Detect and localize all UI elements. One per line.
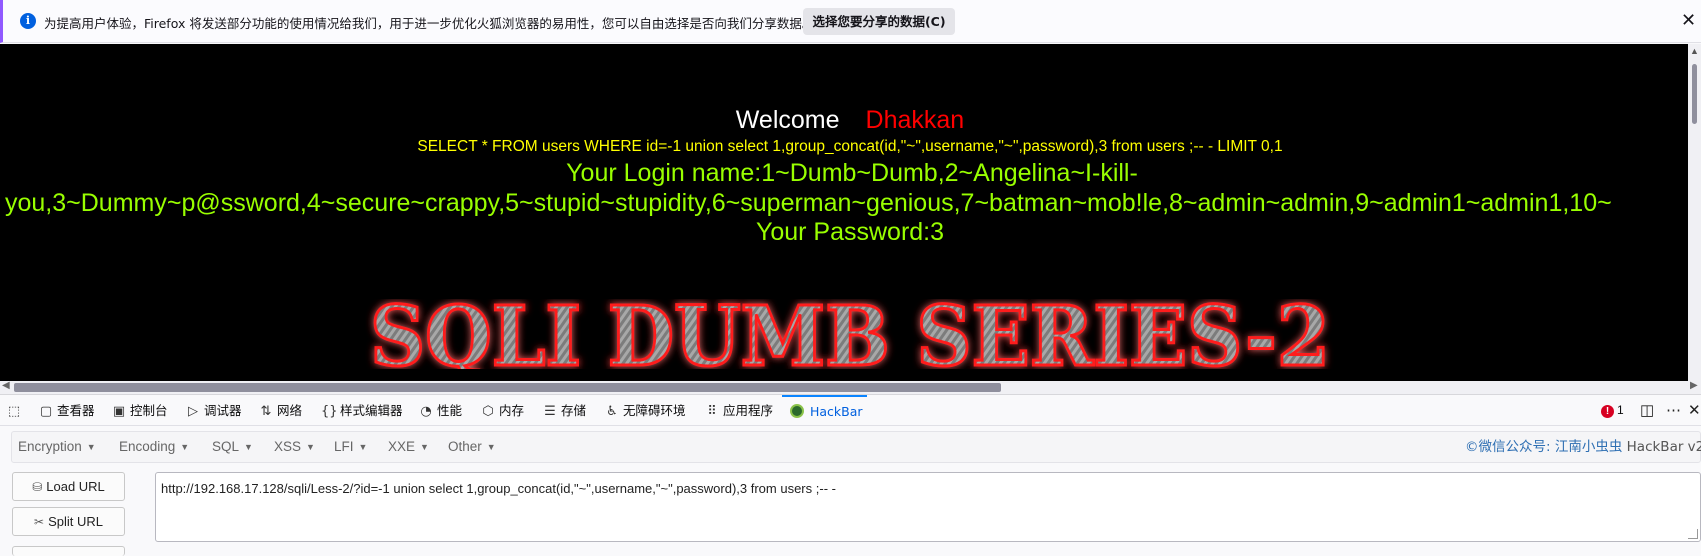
- close-icon[interactable]: ✕: [1681, 9, 1696, 31]
- console-icon: ▣: [112, 404, 126, 419]
- inspector-icon: ▢: [39, 404, 53, 419]
- network-icon: ⇅: [260, 404, 272, 419]
- hackbar-icon: [790, 404, 804, 418]
- login-name-line1: Your Login name:1~Dumb~Dumb,2~Angelina~I…: [566, 159, 1138, 187]
- vertical-scrollbar[interactable]: ▲: [1688, 44, 1701, 381]
- tab-network[interactable]: ⇅ 网络: [258, 395, 302, 426]
- welcome-line: Welcome Dhakkan: [0, 106, 1700, 135]
- performance-icon: ◔: [420, 404, 432, 419]
- choose-data-button[interactable]: 选择您要分享的数据(C): [803, 8, 955, 35]
- resize-grip-icon[interactable]: [1688, 529, 1698, 539]
- sql-query: SELECT * FROM users WHERE id=-1 union se…: [417, 138, 1283, 155]
- more-options-icon[interactable]: ⋯: [1666, 401, 1681, 419]
- memory-icon: ⬡: [482, 404, 494, 419]
- storage-icon: ☰: [544, 404, 556, 419]
- chevron-down-icon: ▼: [358, 442, 368, 452]
- chevron-down-icon: ▼: [486, 442, 496, 452]
- login-name: Your Login name:1~Dumb~Dumb,2~Angelina~I…: [5, 158, 1701, 218]
- notification-bar: i 为提高用户体验，Firefox 将发送部分功能的使用情况给我们，用于进一步优…: [0, 0, 1701, 43]
- scroll-up-icon[interactable]: ▲: [1690, 46, 1699, 56]
- menu-xss[interactable]: XSS ▼: [274, 432, 315, 462]
- tab-style-editor[interactable]: {} 样式编辑器: [321, 395, 403, 426]
- scroll-left-icon[interactable]: ◀: [2, 380, 10, 391]
- page-viewport: Welcome Dhakkan SELECT * FROM users WHERE…: [0, 44, 1701, 393]
- split-url-button[interactable]: ✂ Split URL: [12, 507, 125, 536]
- scissors-icon: ✂: [34, 515, 45, 529]
- debugger-icon: ▷: [188, 404, 198, 419]
- banner-text: SQLI DUMB SERIES-2: [370, 299, 1330, 369]
- tab-inspector[interactable]: ▢ 查看器: [38, 395, 95, 426]
- vertical-scroll-thumb[interactable]: [1692, 64, 1697, 124]
- menu-xxe[interactable]: XXE ▼: [388, 432, 429, 462]
- menu-lfi[interactable]: LFI ▼: [334, 432, 367, 462]
- menu-encryption[interactable]: Encryption ▼: [18, 432, 96, 462]
- login-name-line2: you,3~Dummy~p@ssword,4~secure~crappy,5~s…: [5, 189, 1612, 217]
- url-textarea[interactable]: http://192.168.17.128/sqli/Less-2/?id=-1…: [155, 472, 1701, 542]
- tab-debugger[interactable]: ▷ 调试器: [185, 395, 242, 426]
- notification-message: 为提高用户体验，Firefox 将发送部分功能的使用情况给我们，用于进一步优化火…: [44, 16, 815, 31]
- menu-other[interactable]: Other ▼: [448, 432, 496, 462]
- chevron-down-icon: ▼: [306, 442, 315, 452]
- chevron-down-icon: ▼: [244, 442, 253, 452]
- menu-sql[interactable]: SQL ▼: [212, 432, 253, 462]
- error-icon: !: [1601, 405, 1614, 418]
- tab-performance[interactable]: ◔ 性能: [418, 395, 462, 426]
- banner-logo: SQLI DUMB SERIES-2: [369, 299, 1332, 369]
- url-text: http://192.168.17.128/sqli/Less-2/?id=-1…: [161, 481, 836, 496]
- tab-memory[interactable]: ⬡ 内存: [480, 395, 524, 426]
- info-icon: i: [20, 13, 36, 29]
- element-picker-icon[interactable]: ⬚: [6, 395, 25, 426]
- user-name: Dhakkan: [865, 106, 965, 134]
- load-url-icon: ⛁: [32, 480, 43, 494]
- hackbar-credit: ©微信公众号: 江南小虫虫 HackBar v2: [1465, 439, 1701, 455]
- horizontal-scrollbar[interactable]: ◀ ▶: [0, 380, 1701, 394]
- welcome-text: Welcome: [735, 106, 840, 134]
- chevron-down-icon: ▼: [420, 442, 429, 452]
- load-url-button[interactable]: ⛁ Load URL: [12, 472, 125, 501]
- scroll-right-icon[interactable]: ▶: [1690, 380, 1698, 391]
- password-text: Your Password:3: [755, 218, 945, 246]
- chevron-down-icon: ▼: [86, 442, 96, 452]
- tab-storage[interactable]: ☰ 存储: [542, 395, 586, 426]
- menu-encoding[interactable]: Encoding ▼: [119, 432, 189, 462]
- style-editor-icon: {}: [321, 404, 338, 419]
- application-icon: ⠿: [707, 404, 717, 419]
- chevron-down-icon: ▼: [180, 442, 190, 452]
- tab-hackbar[interactable]: HackBar: [782, 395, 867, 426]
- tab-accessibility[interactable]: ♿ 无障碍环境: [604, 395, 685, 426]
- tab-application[interactable]: ⠿ 应用程序: [704, 395, 773, 426]
- hackbar-menu: Encryption ▼ Encoding ▼ SQL ▼ XSS ▼ LFI ▼ XXE…: [11, 431, 1701, 463]
- error-count[interactable]: ! 1: [1601, 403, 1624, 418]
- horizontal-scroll-thumb[interactable]: [14, 383, 1001, 392]
- execute-button[interactable]: [12, 546, 125, 556]
- devtools-toolbar: ⬚ ▢ 查看器 ▣ 控制台 ▷ 调试器 ⇅ 网络 {} 样式编辑器 ◔ 性能 ⬡ 内存 ☰ 存储…: [0, 394, 1701, 426]
- close-devtools-icon[interactable]: ✕: [1688, 401, 1701, 419]
- dock-side-icon[interactable]: ◫: [1640, 401, 1654, 419]
- accessibility-icon: ♿: [606, 404, 618, 419]
- tab-console[interactable]: ▣ 控制台: [111, 395, 168, 426]
